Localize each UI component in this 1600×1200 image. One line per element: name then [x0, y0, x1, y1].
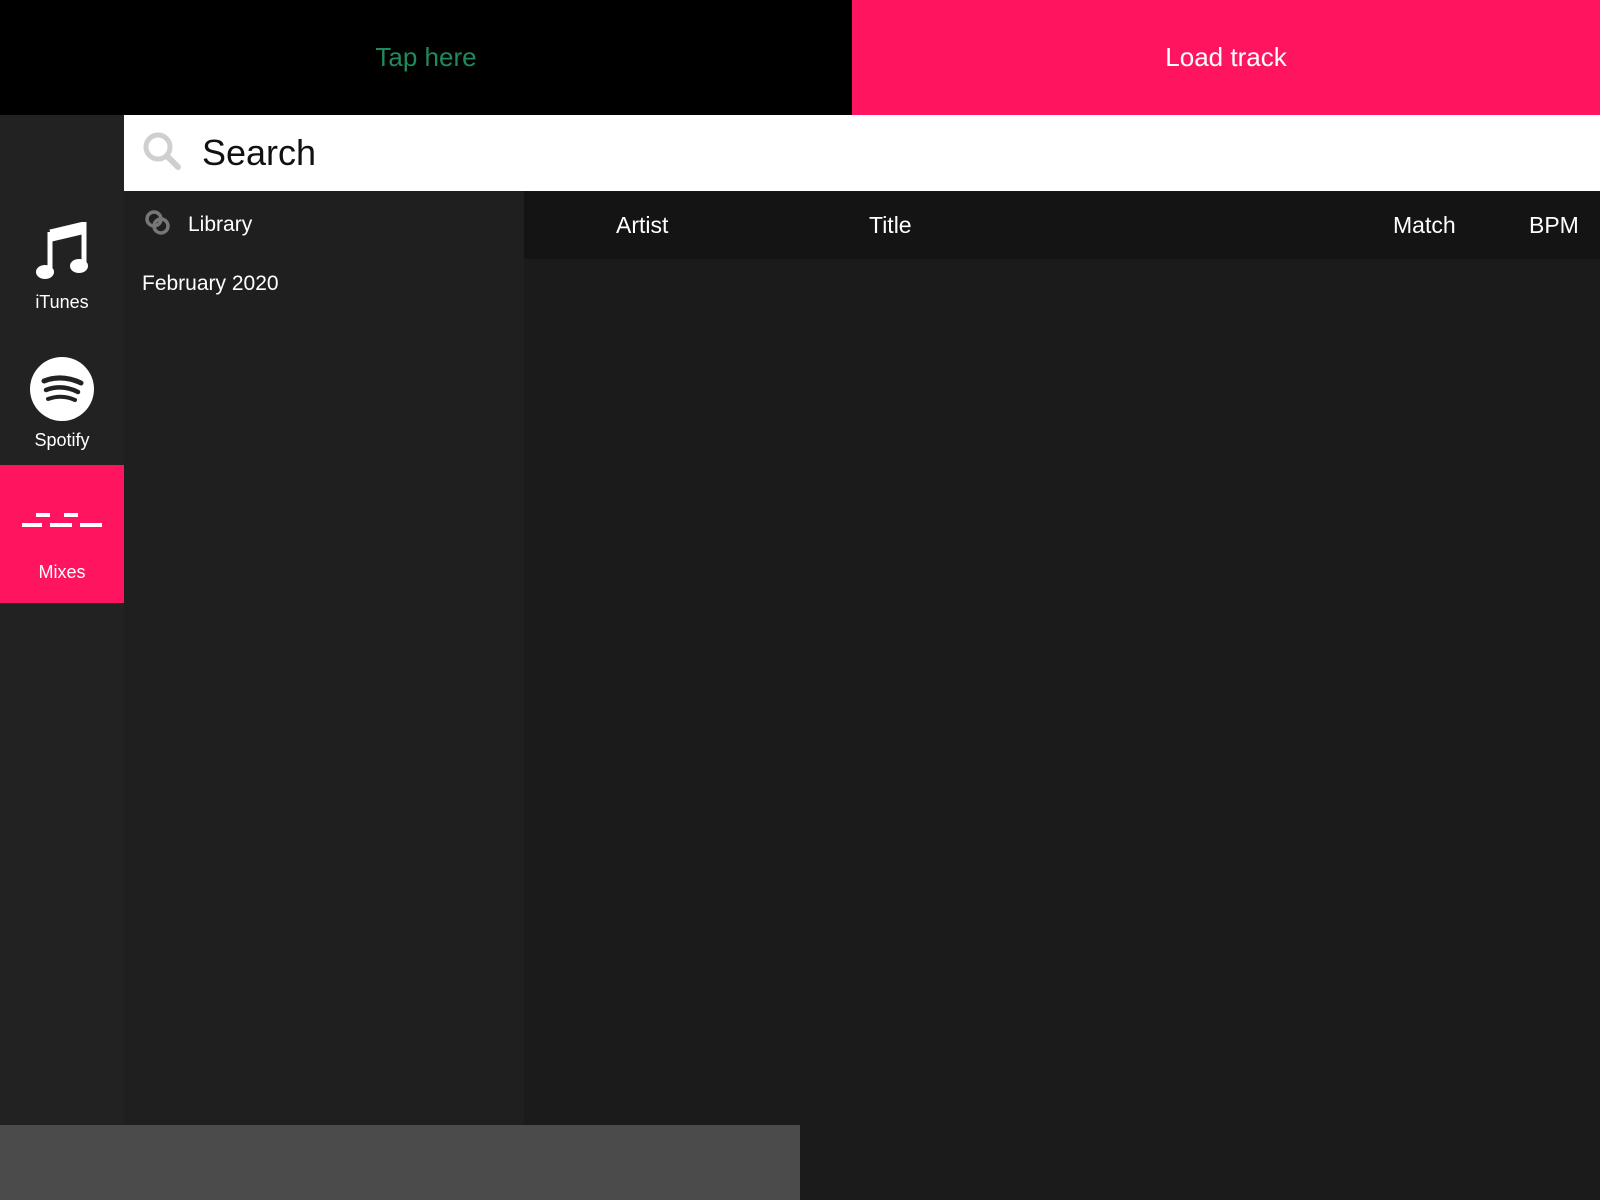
column-title[interactable]: Title: [869, 191, 912, 259]
search-input[interactable]: [202, 132, 1502, 174]
column-match[interactable]: Match: [1393, 191, 1456, 259]
library-browser: Library February 2020: [124, 191, 524, 1125]
column-bpm[interactable]: BPM: [1529, 191, 1579, 259]
top-bar: Tap here Load track: [0, 0, 1600, 115]
tap-here-button[interactable]: Tap here: [0, 0, 852, 115]
bottom-right-panel: [800, 1125, 1600, 1200]
search-icon: [142, 131, 182, 176]
source-itunes[interactable]: iTunes: [0, 195, 124, 333]
track-list-header: Artist Title Match BPM: [524, 191, 1600, 259]
load-track-button[interactable]: Load track: [852, 0, 1600, 115]
source-spotify[interactable]: Spotify: [0, 333, 124, 471]
load-track-label: Load track: [1165, 42, 1287, 72]
source-spotify-label: Spotify: [34, 429, 90, 450]
music-note-icon: [36, 216, 88, 286]
source-itunes-label: iTunes: [35, 291, 89, 312]
folder-item[interactable]: February 2020: [124, 259, 524, 309]
source-mixes[interactable]: Mixes: [0, 465, 124, 603]
tap-here-label: Tap here: [375, 42, 477, 72]
source-sidebar: iTunes Spotify Mixes: [0, 115, 124, 1125]
track-list: Artist Title Match BPM: [524, 191, 1600, 1125]
library-icon: [144, 209, 172, 242]
column-artist[interactable]: Artist: [616, 191, 668, 259]
library-header[interactable]: Library: [124, 191, 524, 259]
mixes-icon: [22, 486, 102, 556]
bottom-left-panel: [0, 1125, 800, 1200]
search-bar: [124, 115, 1600, 191]
spotify-icon: [29, 354, 95, 424]
library-label: Library: [188, 213, 253, 236]
source-mixes-label: Mixes: [38, 561, 86, 582]
